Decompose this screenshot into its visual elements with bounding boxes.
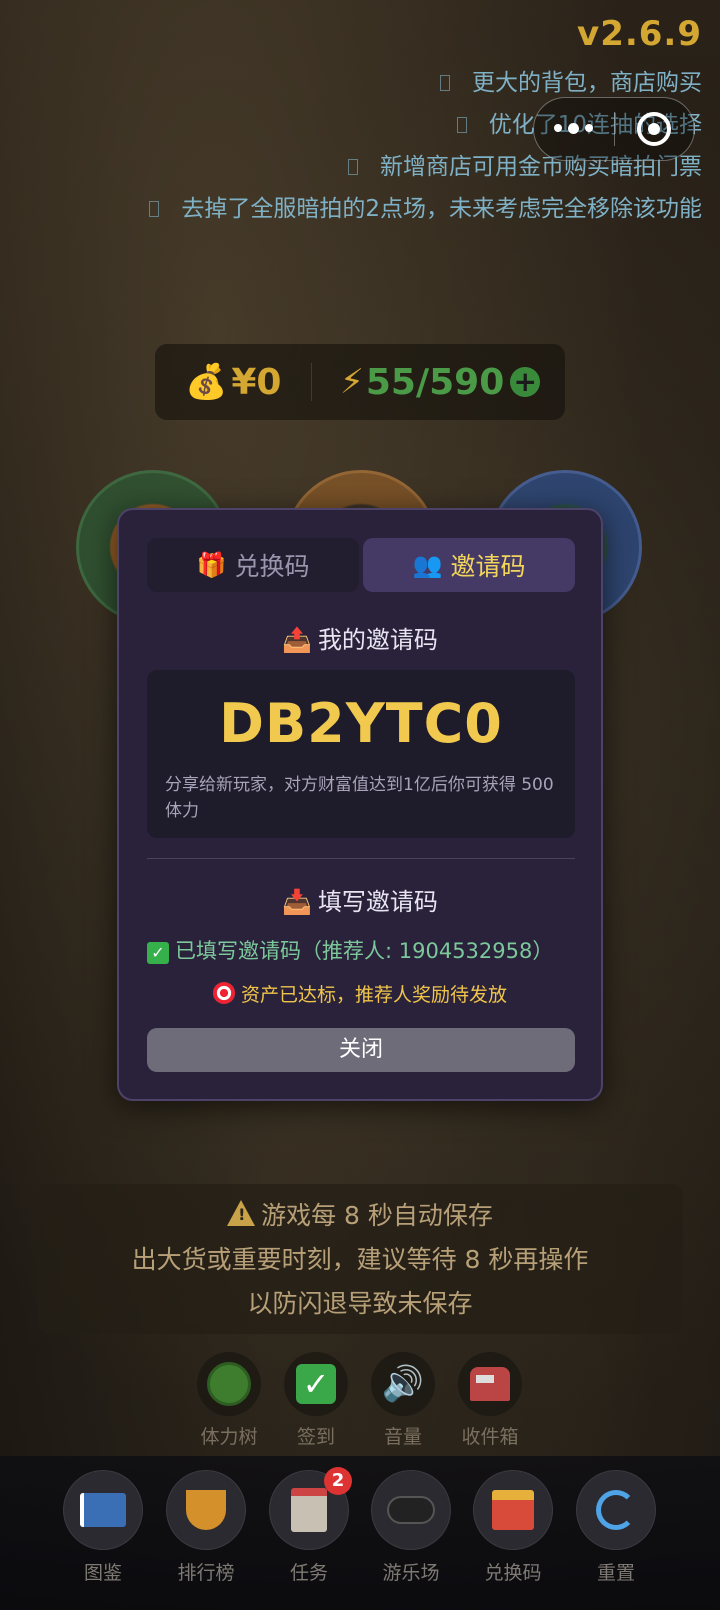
bullet-icon	[348, 159, 358, 175]
my-code-title: 📤 我的邀请码	[282, 626, 438, 654]
currency-bar: 💰 ¥0 ⚡ 55/590 +	[155, 344, 565, 420]
nav-item-reset[interactable]: 重置	[571, 1470, 661, 1585]
refresh-icon	[596, 1490, 636, 1530]
miniapp-capsule	[533, 97, 695, 161]
modal-tabs: 🎁 兑换码 👥 邀请码	[147, 538, 575, 592]
notification-badge: 2	[324, 1467, 352, 1495]
nav-item-leaderboard[interactable]: 排行榜	[161, 1470, 251, 1585]
tab-redeem-code[interactable]: 🎁 兑换码	[147, 538, 359, 592]
checkmark-icon: ✓	[147, 942, 169, 964]
target-icon	[212, 982, 235, 1004]
gift-icon	[492, 1490, 534, 1530]
changelog-line: 去掉了全服暗拍的2点场，未来考虑完全移除该功能	[149, 188, 702, 230]
version-label: v2.6.9	[577, 14, 702, 54]
quick-action-energy-tree[interactable]: 体力树	[194, 1352, 264, 1449]
book-icon	[80, 1493, 126, 1527]
checkmark-icon: ✓	[296, 1364, 336, 1404]
tab-invite-code[interactable]: 👥 邀请码	[363, 538, 575, 592]
invite-code-modal: 🎁 兑换码 👥 邀请码 📤 我的邀请码 DB2YTC0 分享给新玩家，对方财富值达…	[117, 508, 603, 1101]
money-display: 💰 ¥0	[155, 362, 305, 403]
money-bag-icon: 💰	[185, 362, 228, 402]
quick-action-checkin[interactable]: ✓ 签到	[281, 1352, 351, 1449]
invite-code[interactable]: DB2YTC0	[147, 692, 575, 755]
nav-item-collection[interactable]: 图鉴	[58, 1470, 148, 1585]
energy-value: 55/590	[365, 361, 505, 403]
quick-action-volume[interactable]: 🔊 音量	[368, 1352, 438, 1449]
lightning-icon: ⚡	[340, 362, 364, 402]
nav-item-redeem[interactable]: 兑换码	[468, 1470, 558, 1585]
filled-status: ✓ 已填写邀请码（推荐人: 1904532958）	[147, 935, 553, 965]
more-options-icon[interactable]	[534, 123, 614, 134]
autosave-notice: ! 游戏每 8 秒自动保存 出大货或重要时刻，建议等待 8 秒再操作 以防闪退导致…	[37, 1184, 683, 1334]
gift-icon: 🎁	[196, 551, 227, 579]
speaker-icon: 🔊	[381, 1364, 425, 1404]
reward-status: 资产已达标，推荐人奖励待发放	[119, 980, 601, 1007]
close-miniapp-icon[interactable]	[615, 112, 695, 146]
gamepad-icon	[387, 1496, 435, 1524]
tree-icon	[207, 1362, 251, 1406]
trophy-icon	[186, 1490, 226, 1530]
warning-icon: !	[227, 1200, 256, 1226]
nav-item-playground[interactable]: 游乐场	[366, 1470, 456, 1585]
fill-code-title: 📥 填写邀请码	[282, 888, 438, 916]
bullet-icon	[440, 75, 450, 91]
bullet-icon	[149, 201, 160, 217]
close-button[interactable]: 关闭	[147, 1028, 575, 1072]
nav-item-tasks[interactable]: 2 任务	[264, 1467, 354, 1585]
outbox-icon: 📤	[282, 626, 312, 654]
currency-divider	[311, 363, 312, 401]
my-code-box: DB2YTC0 分享给新玩家，对方财富值达到1亿后你可获得 500 体力	[147, 670, 575, 838]
users-icon: 👥	[412, 551, 443, 579]
money-value: ¥0	[231, 361, 282, 403]
inbox-icon: 📥	[282, 888, 312, 916]
bottom-nav: 图鉴 排行榜 2 任务 游乐场 兑换码 重置	[0, 1456, 720, 1610]
quick-action-inbox[interactable]: 收件箱	[455, 1352, 525, 1449]
clipboard-icon	[291, 1488, 327, 1532]
modal-divider	[147, 858, 575, 859]
bullet-icon	[456, 117, 467, 133]
invite-code-description: 分享给新玩家，对方财富值达到1亿后你可获得 500 体力	[165, 775, 554, 821]
plus-icon[interactable]: +	[510, 367, 541, 397]
mailbox-icon	[470, 1367, 510, 1401]
